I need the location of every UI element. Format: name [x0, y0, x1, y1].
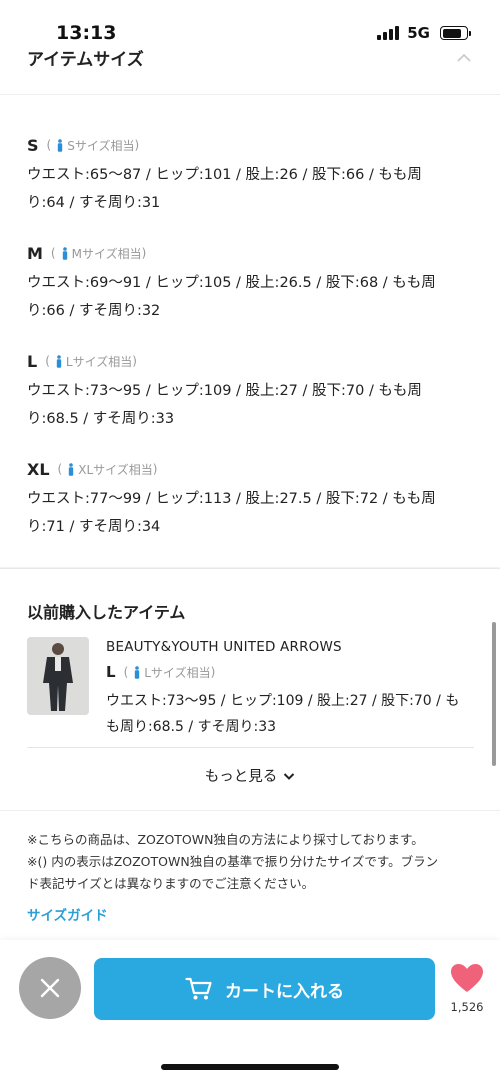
network-label: 5G	[407, 24, 430, 42]
model-photo	[27, 637, 89, 715]
scrollbar[interactable]	[492, 622, 496, 766]
size-measurements: ウエスト:77〜99 / ヒップ:113 / 股上:27.5 / 股下:72 /…	[27, 491, 436, 535]
person-icon	[56, 354, 62, 368]
previous-purchases: 以前購入したアイテム BEAUTY&YOUTH UNITED ARROWS L …	[0, 568, 500, 810]
favorite-count: 1,526	[450, 1000, 484, 1014]
size-guide-link[interactable]: サイズガイド	[27, 904, 108, 924]
note-line: ド表記サイズとは異なりますのでご注意ください。	[27, 876, 315, 891]
chevron-down-icon	[284, 772, 295, 780]
status-time: 13:13	[56, 22, 117, 44]
product-thumbnail[interactable]	[27, 637, 89, 715]
status-indicators: 5G	[377, 24, 471, 42]
heart-icon	[451, 964, 483, 992]
note-line: ※こちらの商品は、ZOZOTOWN独自の方法により採寸しております。	[27, 832, 424, 847]
size-measurements: ウエスト:69〜91 / ヒップ:105 / 股上:26.5 / 股下:68 /…	[27, 275, 436, 319]
show-more-button[interactable]: もっと見る	[0, 765, 500, 786]
add-to-cart-button[interactable]: カートに入れる	[94, 958, 435, 1020]
size-item-s: S ( Sサイズ相当) ウエスト:65〜87 / ヒップ:101 / 股上:26…	[27, 133, 477, 217]
add-to-cart-label: カートに入れる	[225, 981, 344, 1002]
chevron-up-icon[interactable]	[456, 50, 472, 66]
size-notes: ※こちらの商品は、ZOZOTOWN独自の方法により採寸しております。 ※() 内…	[0, 810, 500, 940]
bottom-bar: カートに入れる 1,526	[0, 940, 500, 1080]
person-icon	[69, 462, 74, 476]
size-item-xl: XL ( XLサイズ相当) ウエスト:77〜99 / ヒップ:113 / 股上:…	[27, 457, 477, 541]
previous-item[interactable]: BEAUTY&YOUTH UNITED ARROWS L ( Lサイズ相当) ウ…	[106, 639, 476, 740]
signal-icon	[377, 26, 400, 40]
size-hint: ( Sサイズ相当)	[46, 138, 140, 153]
brand-name: BEAUTY&YOUTH UNITED ARROWS	[106, 639, 342, 655]
page-title: アイテムサイズ	[27, 50, 144, 70]
size-name: L	[27, 351, 38, 371]
size-name: L	[106, 663, 116, 681]
person-icon	[62, 246, 67, 260]
size-hint: ( Mサイズ相当)	[50, 246, 147, 261]
size-measurements: ウエスト:65〜87 / ヒップ:101 / 股上:26 / 股下:66 / も…	[27, 167, 422, 211]
person-icon	[135, 665, 140, 679]
size-hint: ( Lサイズ相当)	[123, 665, 216, 680]
battery-icon	[440, 26, 471, 40]
divider	[27, 747, 474, 748]
size-list: S ( Sサイズ相当) ウエスト:65〜87 / ヒップ:101 / 股上:26…	[0, 94, 500, 567]
section-title: 以前購入したアイテム	[27, 603, 186, 622]
size-name: XL	[27, 459, 50, 479]
close-button[interactable]	[19, 957, 81, 1019]
size-item-l: L ( Lサイズ相当) ウエスト:73〜95 / ヒップ:109 / 股上:27…	[27, 349, 477, 433]
close-icon	[40, 978, 60, 998]
size-hint: ( XLサイズ相当)	[57, 462, 158, 477]
favorite-button[interactable]: 1,526	[446, 962, 488, 1014]
cart-icon	[185, 977, 212, 1000]
size-item-m: M ( Mサイズ相当) ウエスト:69〜91 / ヒップ:105 / 股上:26…	[27, 241, 477, 325]
size-name: M	[27, 243, 43, 263]
show-more-label: もっと見る	[204, 769, 278, 785]
size-measurements: ウエスト:73〜95 / ヒップ:109 / 股上:27 / 股下:70 / も…	[106, 693, 460, 735]
note-line: ※() 内の表示はZOZOTOWN独自の基準で振り分けたサイズです。ブラン	[27, 854, 439, 869]
home-indicator	[161, 1064, 339, 1070]
size-measurements: ウエスト:73〜95 / ヒップ:109 / 股上:27 / 股下:70 / も…	[27, 383, 422, 427]
header: 13:13 5G アイテムサイズ	[0, 0, 500, 94]
size-hint: ( Lサイズ相当)	[45, 354, 137, 369]
person-icon	[58, 138, 63, 152]
size-name: S	[27, 135, 39, 155]
